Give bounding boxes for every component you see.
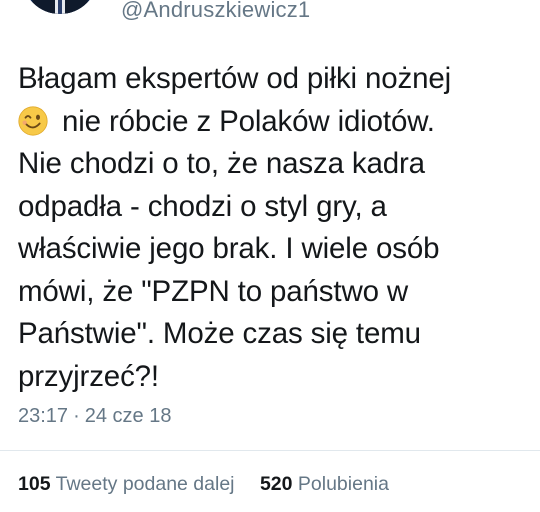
tweet-stats: 105 Tweety podane dalej 520 Polubienia	[18, 472, 389, 496]
winking-face-emoji-icon	[18, 105, 48, 136]
tweet-detail: @Andruszkiewicz1 Błagam ekspertów od pił…	[0, 0, 540, 512]
tweet-text-line: Państwie". Może czas się temu	[18, 317, 421, 350]
tweet-text-line: Nie chodzi o to, że nasza kadra	[18, 147, 425, 180]
likes-label: Polubienia	[297, 473, 389, 495]
tweet-time: 23:17	[18, 405, 69, 427]
tweet-text: Błagam ekspertów od piłki nożnej nie rób…	[18, 58, 528, 398]
user-handle[interactable]: @Andruszkiewicz1	[121, 0, 310, 23]
retweets-stat[interactable]: 105 Tweety podane dalej	[18, 472, 235, 496]
divider	[0, 450, 540, 451]
tweet-date: 24 cze 18	[84, 405, 172, 427]
tweet-text-line-with-emoji: nie róbcie z Polaków idiotów.	[18, 101, 528, 144]
tweet-text-line: nie róbcie z Polaków idiotów.	[62, 104, 435, 138]
retweets-count: 105	[18, 473, 51, 495]
likes-count: 520	[259, 473, 293, 495]
avatar[interactable]	[22, 0, 98, 14]
retweets-label: Tweety podane dalej	[55, 473, 235, 495]
tweet-text-line: odpadła - chodzi o styl gry, a	[18, 189, 387, 223]
tweet-text-line: właściwie jego brak. I wiele osób	[18, 232, 440, 265]
tweet-timestamp[interactable]: 23:17 · 24 cze 18	[18, 404, 171, 428]
tweet-text-line: Błagam ekspertów od piłki nożnej	[18, 62, 452, 95]
likes-stat[interactable]: 520 Polubienia	[260, 472, 389, 496]
timestamp-separator: ·	[73, 405, 80, 427]
tweet-text-line: mówi, że "PZPN to państwo w	[18, 274, 409, 308]
tweet-text-line: przyjrzeć?!	[18, 359, 159, 393]
avatar-tie	[58, 0, 62, 14]
